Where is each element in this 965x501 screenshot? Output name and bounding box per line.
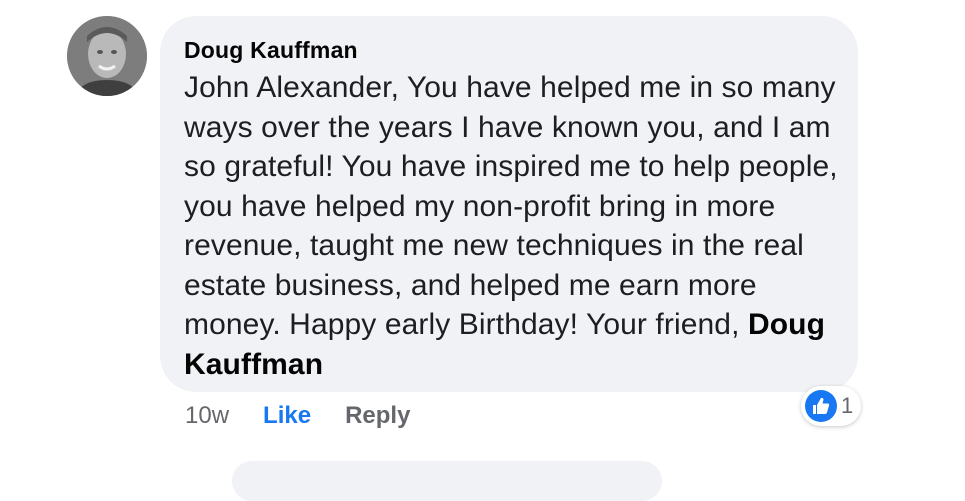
avatar-photo-icon (67, 16, 147, 96)
comment-bubble: Doug Kauffman John Alexander, You have h… (160, 16, 858, 392)
comment-author-name[interactable]: Doug Kauffman (184, 36, 834, 64)
reaction-count: 1 (841, 393, 854, 418)
like-button[interactable]: Like (263, 402, 311, 430)
reply-button[interactable]: Reply (345, 402, 410, 430)
author-avatar[interactable] (67, 16, 147, 96)
next-comment-bubble (232, 461, 662, 501)
comment-actions: 10w Like Reply (185, 398, 410, 434)
reaction-summary[interactable]: 1 (801, 386, 862, 426)
comment-text: John Alexander, You have helped me in so… (184, 71, 838, 341)
thumbs-up-icon (805, 390, 837, 422)
comment-timestamp[interactable]: 10w (185, 402, 229, 430)
comment-body: John Alexander, You have helped me in so… (184, 68, 844, 384)
